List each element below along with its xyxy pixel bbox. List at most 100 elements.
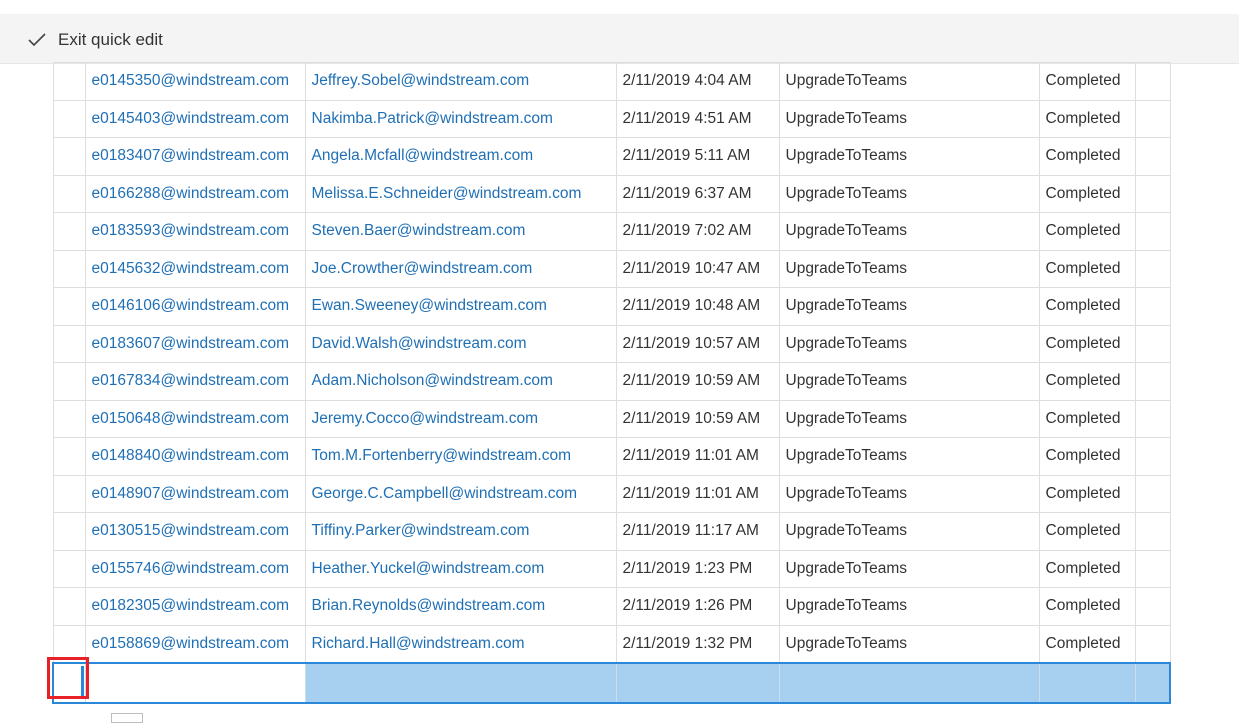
email-cell[interactable]: Jeremy.Cocco@windstream.com — [304, 399, 617, 438]
user-cell[interactable]: e0183607@windstream.com — [84, 324, 306, 363]
user-cell[interactable]: e0183407@windstream.com — [84, 137, 306, 176]
table-row[interactable]: e0183593@windstream.com Steven.Baer@winds… — [52, 212, 1171, 251]
email-cell[interactable]: Joe.Crowther@windstream.com — [304, 249, 617, 288]
status-cell: Completed — [1038, 99, 1136, 138]
user-cell[interactable]: e0130515@windstream.com — [84, 512, 306, 551]
email-cell[interactable]: David.Walsh@windstream.com — [304, 324, 617, 363]
new-row-extra-cell[interactable] — [1134, 661, 1171, 704]
email-cell[interactable]: Nakimba.Patrick@windstream.com — [304, 99, 617, 138]
user-cell[interactable]: e0155746@windstream.com — [84, 549, 306, 588]
row-selection-cell[interactable] — [52, 324, 86, 363]
email-cell[interactable]: Steven.Baer@windstream.com — [304, 212, 617, 251]
table-row[interactable]: e0158869@windstream.com Richard.Hall@wind… — [52, 624, 1171, 663]
new-row-user-cell[interactable] — [84, 661, 306, 704]
table-row[interactable]: e0155746@windstream.com Heather.Yuckel@wi… — [52, 549, 1171, 588]
user-cell[interactable]: e0145350@windstream.com — [84, 62, 306, 101]
email-cell[interactable]: Brian.Reynolds@windstream.com — [304, 587, 617, 626]
email-cell[interactable]: Melissa.E.Schneider@windstream.com — [304, 174, 617, 213]
extra-cell — [1134, 362, 1171, 401]
extra-cell — [1134, 587, 1171, 626]
user-cell[interactable]: e0158869@windstream.com — [84, 624, 306, 663]
quick-edit-grid: e0145350@windstream.com Jeffrey.Sobel@win… — [52, 62, 1171, 704]
date-cell: 2/11/2019 10:59 AM — [615, 362, 780, 401]
new-row-email-cell[interactable] — [304, 661, 617, 704]
table-row[interactable]: e0183407@windstream.com Angela.Mcfall@win… — [52, 137, 1171, 176]
user-cell[interactable]: e0183593@windstream.com — [84, 212, 306, 251]
user-cell[interactable]: e0146106@windstream.com — [84, 287, 306, 326]
exit-quick-edit-label: Exit quick edit — [58, 30, 163, 49]
table-row[interactable]: e0145632@windstream.com Joe.Crowther@wind… — [52, 249, 1171, 288]
table-row[interactable]: e0148907@windstream.com George.C.Campbell… — [52, 474, 1171, 513]
email-cell[interactable]: Angela.Mcfall@windstream.com — [304, 137, 617, 176]
table-row[interactable]: e0146106@windstream.com Ewan.Sweeney@wind… — [52, 287, 1171, 326]
table-row[interactable]: e0167834@windstream.com Adam.Nicholson@wi… — [52, 362, 1171, 401]
row-selection-cell[interactable] — [52, 624, 86, 663]
date-cell: 2/11/2019 10:57 AM — [615, 324, 780, 363]
extra-cell — [1134, 137, 1171, 176]
exit-quick-edit-button[interactable]: Exit quick edit — [28, 26, 163, 54]
row-selection-cell[interactable] — [52, 287, 86, 326]
action-cell: UpgradeToTeams — [778, 174, 1040, 213]
email-cell[interactable]: Adam.Nicholson@windstream.com — [304, 362, 617, 401]
new-row-selection-cell[interactable] — [52, 661, 86, 704]
user-cell[interactable]: e0182305@windstream.com — [84, 587, 306, 626]
row-selection-cell[interactable] — [52, 137, 86, 176]
row-selection-cell[interactable] — [52, 174, 86, 213]
date-cell: 2/11/2019 1:32 PM — [615, 624, 780, 663]
date-cell: 2/11/2019 11:17 AM — [615, 512, 780, 551]
command-bar: Exit quick edit — [0, 14, 1239, 64]
email-cell[interactable]: Jeffrey.Sobel@windstream.com — [304, 62, 617, 101]
email-cell[interactable]: Tiffiny.Parker@windstream.com — [304, 512, 617, 551]
status-cell: Completed — [1038, 549, 1136, 588]
row-selection-cell[interactable] — [52, 399, 86, 438]
action-cell: UpgradeToTeams — [778, 549, 1040, 588]
row-selection-cell[interactable] — [52, 437, 86, 476]
action-cell: UpgradeToTeams — [778, 362, 1040, 401]
user-cell[interactable]: e0145403@windstream.com — [84, 99, 306, 138]
row-selection-cell[interactable] — [52, 62, 86, 101]
table-row[interactable]: e0150648@windstream.com Jeremy.Cocco@wind… — [52, 399, 1171, 438]
action-cell: UpgradeToTeams — [778, 99, 1040, 138]
row-selection-cell[interactable] — [52, 587, 86, 626]
table-row[interactable]: e0183607@windstream.com David.Walsh@winds… — [52, 324, 1171, 363]
new-item-row[interactable] — [52, 661, 1171, 704]
table-row[interactable]: e0148840@windstream.com Tom.M.Fortenberry… — [52, 437, 1171, 476]
email-cell[interactable]: Tom.M.Fortenberry@windstream.com — [304, 437, 617, 476]
email-cell[interactable]: Heather.Yuckel@windstream.com — [304, 549, 617, 588]
user-cell[interactable]: e0145632@windstream.com — [84, 249, 306, 288]
grid-body: e0145350@windstream.com Jeffrey.Sobel@win… — [52, 62, 1171, 663]
row-selection-cell[interactable] — [52, 249, 86, 288]
table-row[interactable]: e0145403@windstream.com Nakimba.Patrick@w… — [52, 99, 1171, 138]
action-cell: UpgradeToTeams — [778, 137, 1040, 176]
email-cell[interactable]: Richard.Hall@windstream.com — [304, 624, 617, 663]
row-selection-cell[interactable] — [52, 512, 86, 551]
email-cell[interactable]: Ewan.Sweeney@windstream.com — [304, 287, 617, 326]
table-row[interactable]: e0182305@windstream.com Brian.Reynolds@wi… — [52, 587, 1171, 626]
row-selection-cell[interactable] — [52, 212, 86, 251]
date-cell: 2/11/2019 10:48 AM — [615, 287, 780, 326]
action-cell: UpgradeToTeams — [778, 62, 1040, 101]
user-cell[interactable]: e0166288@windstream.com — [84, 174, 306, 213]
new-row-date-cell[interactable] — [615, 661, 780, 704]
extra-cell — [1134, 212, 1171, 251]
date-cell: 2/11/2019 6:37 AM — [615, 174, 780, 213]
new-row-action-cell[interactable] — [778, 661, 1040, 704]
row-selection-cell[interactable] — [52, 362, 86, 401]
status-cell: Completed — [1038, 212, 1136, 251]
date-cell: 2/11/2019 11:01 AM — [615, 474, 780, 513]
row-selection-cell[interactable] — [52, 474, 86, 513]
user-cell[interactable]: e0148907@windstream.com — [84, 474, 306, 513]
user-cell[interactable]: e0150648@windstream.com — [84, 399, 306, 438]
email-cell[interactable]: George.C.Campbell@windstream.com — [304, 474, 617, 513]
row-selection-cell[interactable] — [52, 549, 86, 588]
add-item-control[interactable] — [111, 713, 143, 723]
table-row[interactable]: e0130515@windstream.com Tiffiny.Parker@wi… — [52, 512, 1171, 551]
user-cell[interactable]: e0167834@windstream.com — [84, 362, 306, 401]
table-row[interactable]: e0166288@windstream.com Melissa.E.Schneid… — [52, 174, 1171, 213]
status-cell: Completed — [1038, 287, 1136, 326]
table-row[interactable]: e0145350@windstream.com Jeffrey.Sobel@win… — [52, 62, 1171, 101]
row-selection-cell[interactable] — [52, 99, 86, 138]
user-cell[interactable]: e0148840@windstream.com — [84, 437, 306, 476]
status-cell: Completed — [1038, 399, 1136, 438]
new-row-status-cell[interactable] — [1038, 661, 1136, 704]
